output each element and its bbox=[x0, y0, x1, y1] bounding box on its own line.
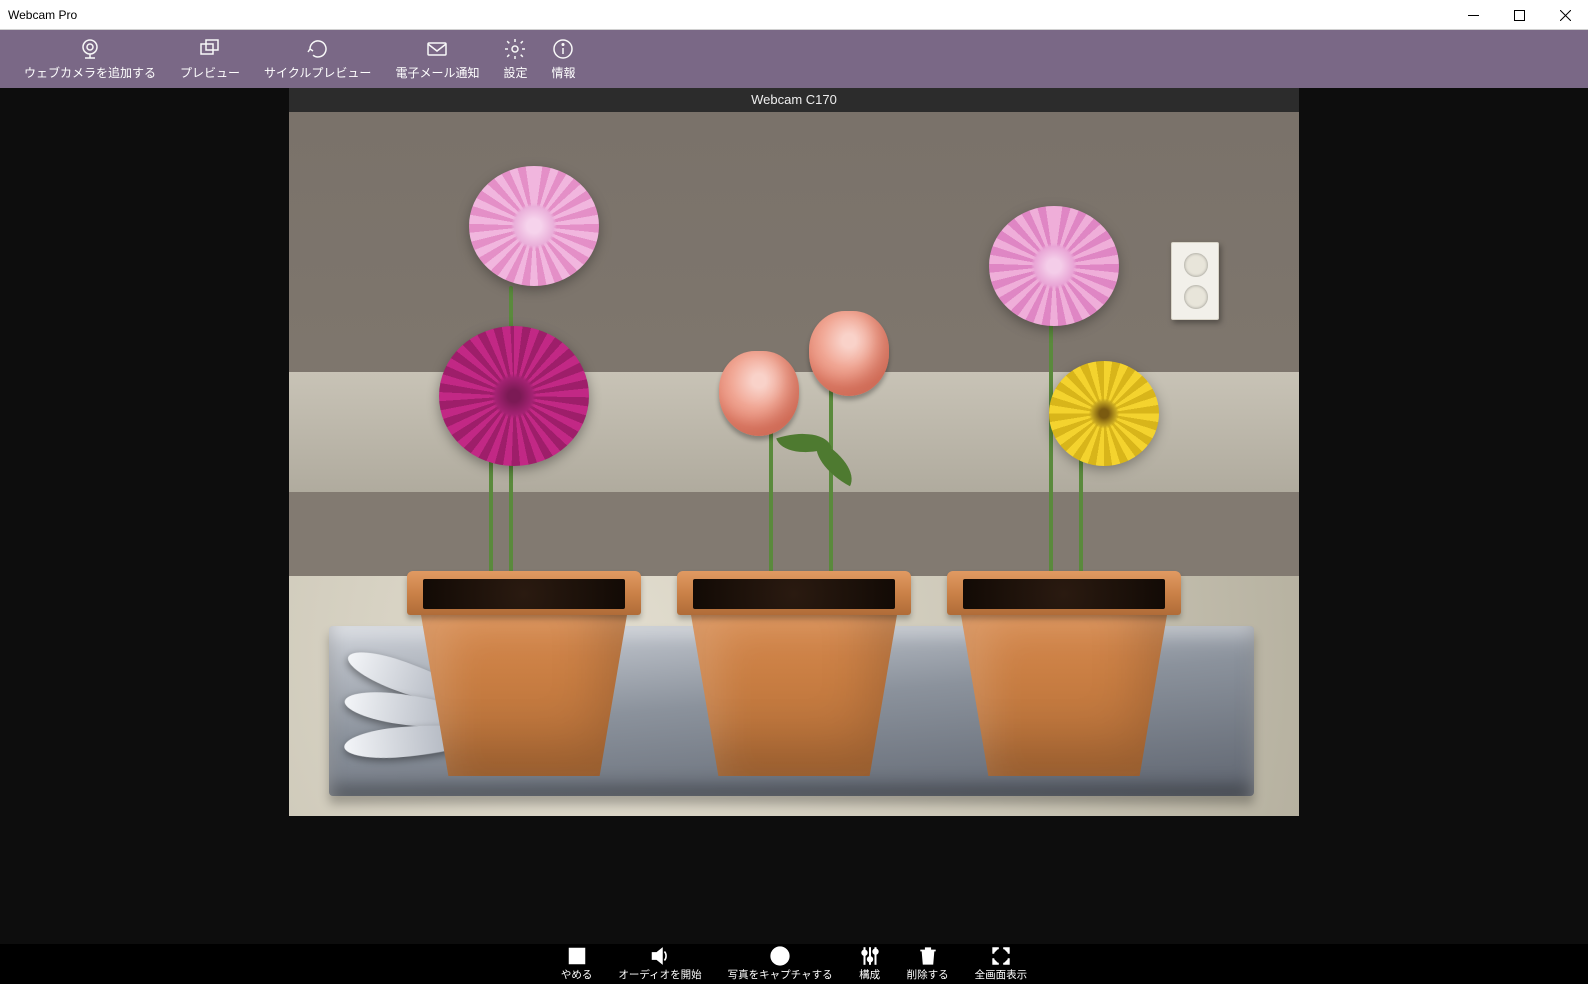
camera-viewport: Webcam C170 bbox=[0, 88, 1588, 944]
capture-label: 写真をキャプチャする bbox=[728, 967, 833, 982]
cycle-icon bbox=[306, 38, 330, 60]
panel-spacer bbox=[289, 816, 1299, 904]
add-webcam-label: ウェブカメラを追加する bbox=[24, 64, 156, 81]
cycle-preview-button[interactable]: サイクルプレビュー bbox=[264, 38, 371, 81]
webcam-icon bbox=[78, 38, 102, 60]
add-webcam-button[interactable]: ウェブカメラを追加する bbox=[24, 38, 156, 81]
gear-icon bbox=[503, 38, 527, 60]
delete-label: 削除する bbox=[907, 967, 949, 982]
camera-feed[interactable] bbox=[289, 112, 1299, 816]
flower-magenta-daisy bbox=[439, 326, 589, 466]
flower-pot-3 bbox=[959, 571, 1169, 776]
flower-pot-2 bbox=[689, 571, 899, 776]
mail-icon bbox=[425, 38, 449, 60]
settings-button[interactable]: 設定 bbox=[503, 38, 527, 81]
cycle-preview-label: サイクルプレビュー bbox=[264, 64, 371, 81]
shutter-icon bbox=[769, 947, 791, 965]
camera-panel: Webcam C170 bbox=[289, 88, 1299, 904]
flower-pink-daisy-right bbox=[989, 206, 1119, 326]
flower-rose-left bbox=[719, 351, 799, 436]
trash-icon bbox=[917, 947, 939, 965]
stop-label: やめる bbox=[561, 967, 593, 982]
start-audio-label: オーディオを開始 bbox=[618, 967, 701, 982]
window-minimize-button[interactable] bbox=[1450, 0, 1496, 30]
speaker-icon bbox=[649, 947, 671, 965]
preview-icon bbox=[198, 38, 222, 60]
main-toolbar: ウェブカメラを追加する プレビュー サイクルプレビュー 電子メール通知 設定 情… bbox=[0, 30, 1588, 88]
window-close-button[interactable] bbox=[1542, 0, 1588, 30]
settings-label: 設定 bbox=[503, 64, 527, 81]
delete-button[interactable]: 削除する bbox=[907, 947, 949, 982]
window-titlebar: Webcam Pro bbox=[0, 0, 1588, 30]
email-notify-button[interactable]: 電子メール通知 bbox=[395, 38, 479, 81]
stop-icon bbox=[566, 947, 588, 965]
capture-toolbar: やめる オーディオを開始 写真をキャプチャする 構成 削除する 全画面表示 bbox=[0, 944, 1588, 984]
start-audio-button[interactable]: オーディオを開始 bbox=[618, 947, 701, 982]
flower-rose-right bbox=[809, 311, 889, 396]
flower-pink-daisy bbox=[469, 166, 599, 286]
configure-label: 構成 bbox=[859, 967, 880, 982]
flower-yellow-daisy bbox=[1049, 361, 1159, 466]
fullscreen-icon bbox=[990, 947, 1012, 965]
fullscreen-label: 全画面表示 bbox=[975, 967, 1028, 982]
window-maximize-button[interactable] bbox=[1496, 0, 1542, 30]
flower-pot-1 bbox=[419, 571, 629, 776]
window-title: Webcam Pro bbox=[0, 8, 77, 22]
info-label: 情報 bbox=[551, 64, 575, 81]
email-notify-label: 電子メール通知 bbox=[395, 64, 479, 81]
preview-button[interactable]: プレビュー bbox=[180, 38, 240, 81]
capture-button[interactable]: 写真をキャプチャする bbox=[728, 947, 833, 982]
window-controls bbox=[1450, 0, 1588, 29]
preview-label: プレビュー bbox=[180, 64, 240, 81]
camera-title: Webcam C170 bbox=[289, 88, 1299, 112]
configure-button[interactable]: 構成 bbox=[859, 947, 881, 982]
sliders-icon bbox=[859, 947, 881, 965]
wall-outlet bbox=[1171, 242, 1219, 320]
stop-button[interactable]: やめる bbox=[561, 947, 593, 982]
info-button[interactable]: 情報 bbox=[551, 38, 575, 81]
fullscreen-button[interactable]: 全画面表示 bbox=[975, 947, 1028, 982]
info-icon bbox=[551, 38, 575, 60]
